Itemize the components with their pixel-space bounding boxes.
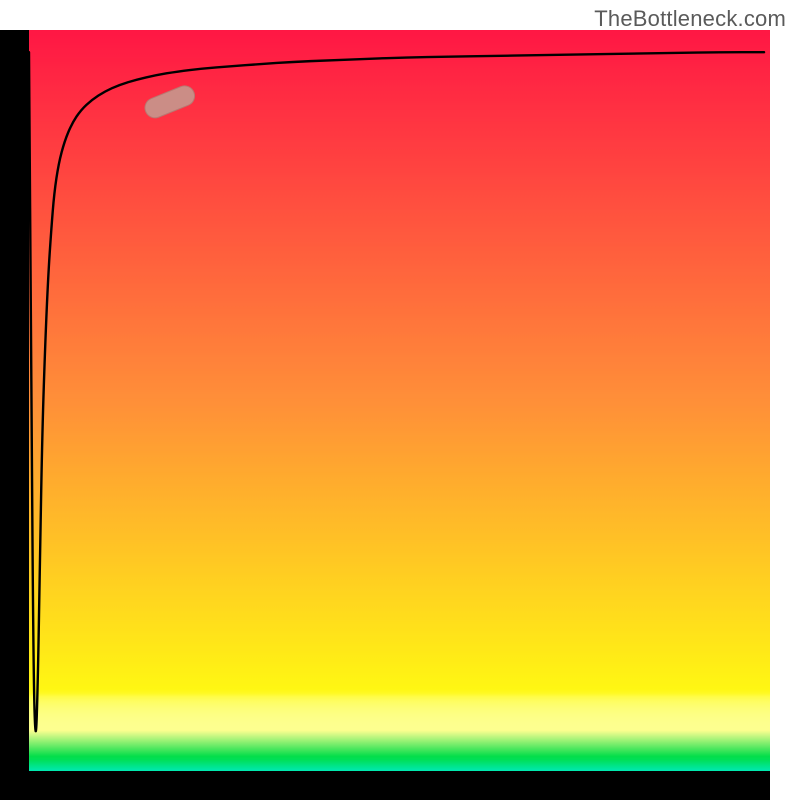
curve-marker [142, 83, 198, 121]
plot-svg [29, 30, 770, 771]
plot-area [29, 30, 770, 771]
chart-frame: TheBottleneck.com [0, 0, 800, 800]
bottleneck-curve [29, 52, 764, 731]
watermark-text: TheBottleneck.com [594, 6, 786, 32]
